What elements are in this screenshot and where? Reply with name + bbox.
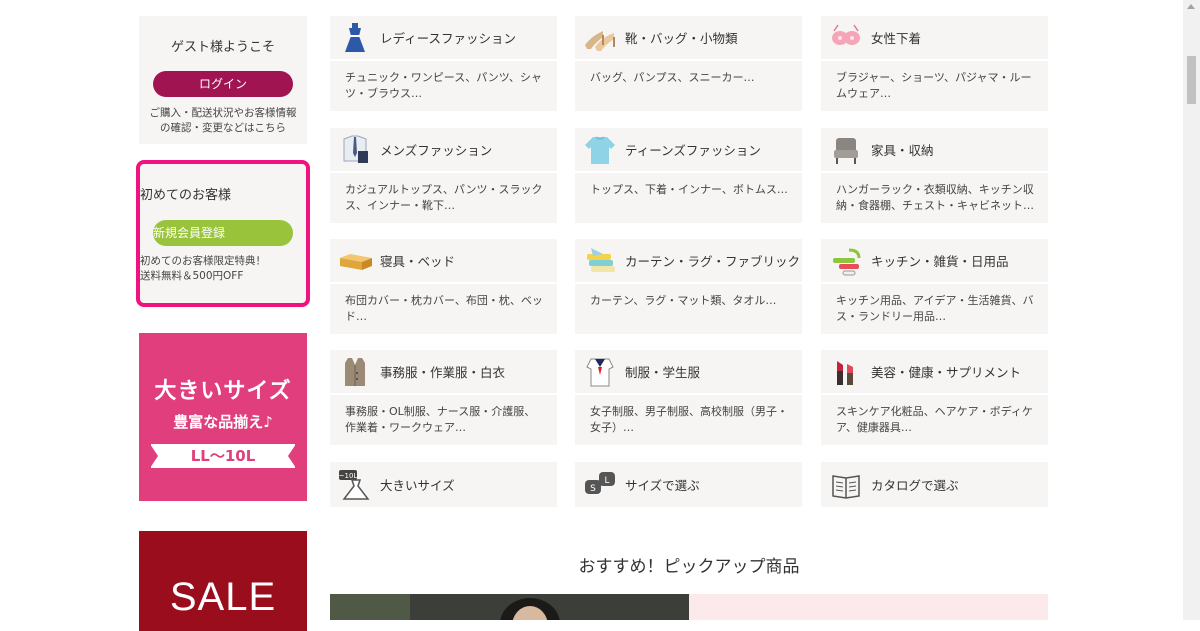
- category-name: 大きいサイズ: [380, 478, 455, 493]
- big-size-banner-subtitle: 豊富な品揃え♪: [173, 413, 273, 431]
- category-name: ティーンズファッション: [625, 143, 761, 158]
- category-card-lingerie[interactable]: 女性下着 ブラジャー、ショーツ、パジャマ・ルームウェア…: [821, 16, 1048, 111]
- lipstick-icon: [837, 360, 853, 385]
- shoes-icon: [585, 30, 615, 51]
- category-card-curtain[interactable]: カーテン・ラグ・ファブリック カーテン、ラグ・マット類、タオル…: [575, 239, 802, 334]
- category-name: 寝具・ベッド: [380, 254, 456, 269]
- sale-banner[interactable]: SALE: [139, 531, 307, 631]
- category-sub: 女子制服、男子制服、高校制服（男子・女子）…: [590, 405, 788, 434]
- category-name: レディースファッション: [380, 31, 517, 46]
- first-note-line: 初めてのお客様限定特典！: [140, 255, 266, 267]
- register-button[interactable]: 新規会員登録: [153, 220, 293, 246]
- login-note-line: ご購入・配送状況やお客様情報: [149, 107, 297, 119]
- category-sub: カーテン、ラグ・マット類、タオル…: [590, 294, 777, 307]
- category-name: 制服・学生服: [625, 365, 701, 380]
- pickup-photo-left: [330, 594, 689, 620]
- catalog-book-icon: [832, 474, 860, 499]
- big-size-icon-badge: ~10L: [339, 472, 358, 480]
- category-card-big-size[interactable]: ~10L 大きいサイズ: [330, 462, 557, 507]
- scroll-up-arrow-icon[interactable]: [1187, 4, 1195, 9]
- shirt-tie-icon: [343, 135, 368, 163]
- lingerie-icon: [832, 24, 860, 45]
- category-name: 事務服・作業服・白衣: [380, 365, 506, 380]
- category-name: 女性下着: [871, 31, 922, 46]
- category-sub: スキンケア化粧品、ヘアケア・ボディケア、健康器具…: [836, 405, 1033, 434]
- first-customer-note: 初めてのお客様限定特典！ 送料無料＆500円OFF: [140, 254, 306, 284]
- category-sub: ブラジャー、ショーツ、パジャマ・ルームウェア…: [836, 71, 1032, 100]
- category-card-furniture[interactable]: 家具・収納 ハンガーラック・衣類収納、キッチン収納・食器棚、チェスト・キャビネッ…: [821, 128, 1048, 223]
- kitchen-tools-icon: [833, 248, 861, 275]
- category-card-shoes-bags[interactable]: 靴・バッグ・小物類 バッグ、パンプス、スニーカー…: [575, 16, 802, 111]
- vest-icon: [345, 357, 365, 386]
- login-button[interactable]: ログイン: [153, 71, 293, 97]
- category-card-beauty[interactable]: 美容・健康・サプリメント スキンケア化粧品、ヘアケア・ボディケア、健康器具…: [821, 350, 1048, 445]
- category-card-school-uniform[interactable]: 制服・学生服 女子制服、男子制服、高校制服（男子・女子）…: [575, 350, 802, 445]
- category-sub: トップス、下着・インナー、ボトムス…: [590, 183, 788, 196]
- category-card-mens[interactable]: メンズファッション カジュアルトップス、パンツ・スラックス、インナー・靴下…: [330, 128, 557, 223]
- category-name: キッチン・雑貨・日用品: [871, 254, 1009, 269]
- size-bubble-s: S: [590, 484, 596, 494]
- first-note-line: 送料無料＆500円OFF: [140, 270, 244, 282]
- pickup-title: おすすめ！ピックアップ商品: [578, 557, 800, 577]
- dress-icon: [345, 22, 365, 52]
- category-sub: キッチン用品、アイデア・生活雑貨、バス・ランドリー用品…: [836, 294, 1034, 323]
- category-sub: 布団カバー・枕カバー、布団・枕、ベッド…: [345, 294, 543, 323]
- category-card-teens[interactable]: ティーンズファッション トップス、下着・インナー、ボトムス…: [575, 128, 802, 223]
- guest-welcome-box: ゲスト様ようこそ ログイン ご購入・配送状況やお客様情報 の確認・変更などはこち…: [139, 16, 307, 144]
- category-card-catalog[interactable]: カタログで選ぶ: [821, 462, 1048, 507]
- size-bubbles-icon: S L: [585, 471, 615, 494]
- sale-banner-text: SALE: [169, 575, 277, 619]
- chair-icon: [834, 137, 858, 164]
- pickup-banner-left[interactable]: [330, 594, 689, 620]
- category-sub: ハンガーラック・衣類収納、キッチン収納・食器棚、チェスト・キャビネット…: [836, 183, 1034, 212]
- sweater-icon: [585, 135, 615, 164]
- pickup-banner-right[interactable]: [689, 594, 1048, 620]
- big-size-banner-ribbon: LL～10L: [150, 444, 296, 468]
- category-card-ladies[interactable]: レディースファッション チュニック・ワンピース、パンツ、シャツ・ブラウス…: [330, 16, 557, 111]
- category-sub: 事務服・OL制服、ナース服・介護服、作業着・ワークウェア…: [345, 405, 536, 434]
- big-size-banner-title: 大きいサイズ: [154, 379, 292, 404]
- category-name: 靴・バッグ・小物類: [625, 31, 738, 46]
- login-note: ご購入・配送状況やお客様情報 の確認・変更などはこちら: [139, 106, 307, 136]
- scrollbar-thumb[interactable]: [1187, 56, 1196, 104]
- size-bubble-l: L: [604, 476, 609, 486]
- big-size-dress-icon: ~10L: [339, 469, 370, 500]
- category-card-size-select[interactable]: S L サイズで選ぶ: [575, 462, 802, 507]
- category-card-workwear[interactable]: 事務服・作業服・白衣 事務服・OL制服、ナース服・介護服、作業着・ワークウェア…: [330, 350, 557, 445]
- category-name: 家具・収納: [871, 143, 934, 158]
- category-name: カーテン・ラグ・ファブリック: [625, 254, 801, 269]
- big-size-banner[interactable]: 大きいサイズ 豊富な品揃え♪ LL～10L: [139, 333, 307, 501]
- category-name: サイズで選ぶ: [625, 478, 700, 493]
- category-sub: バッグ、パンプス、スニーカー…: [590, 71, 755, 84]
- category-name: カタログで選ぶ: [871, 478, 959, 493]
- vertical-scrollbar[interactable]: [1183, 0, 1200, 620]
- sailor-uniform-icon: [586, 358, 614, 386]
- first-customer-box: 初めてのお客様 新規会員登録 初めてのお客様限定特典！ 送料無料＆500円OFF: [136, 160, 310, 307]
- category-sub: カジュアルトップス、パンツ・スラックス、インナー・靴下…: [345, 183, 543, 212]
- category-sub: チュニック・ワンピース、パンツ、シャツ・ブラウス…: [345, 71, 542, 100]
- category-card-kitchen[interactable]: キッチン・雑貨・日用品 キッチン用品、アイデア・生活雑貨、バス・ランドリー用品…: [821, 239, 1048, 334]
- category-card-bedding[interactable]: 寝具・ベッド 布団カバー・枕カバー、布団・枕、ベッド…: [330, 239, 557, 334]
- mattress-icon: [340, 253, 372, 270]
- welcome-title: ゲスト様ようこそ: [170, 40, 275, 55]
- first-customer-title: 初めてのお客様: [140, 188, 232, 203]
- category-name: 美容・健康・サプリメント: [871, 365, 1022, 380]
- category-name: メンズファッション: [380, 143, 493, 158]
- fabric-icon: [587, 247, 615, 272]
- login-note-line: の確認・変更などはこちら: [160, 122, 286, 134]
